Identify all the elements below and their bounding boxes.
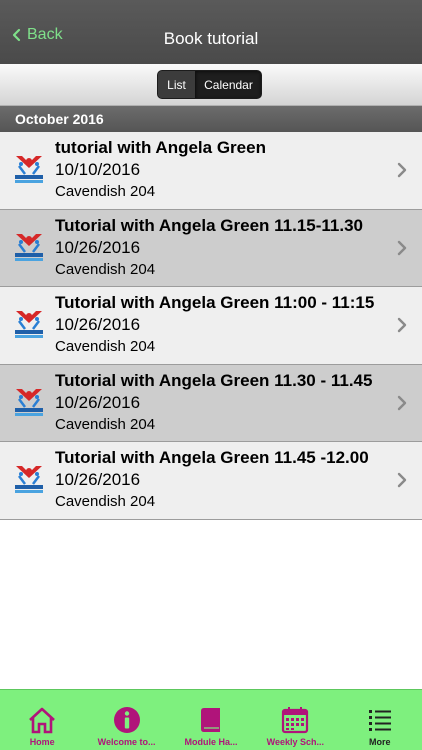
sport-logo-icon bbox=[15, 233, 43, 261]
section-header: October 2016 bbox=[0, 106, 422, 132]
list-item[interactable]: Tutorial with Angela Green 11.45 -12.00 … bbox=[0, 442, 422, 520]
item-location: Cavendish 204 bbox=[55, 493, 156, 510]
book-icon bbox=[200, 708, 220, 732]
app-screen: Back Book tutorial List Calendar October… bbox=[0, 0, 422, 750]
item-title: tutorial with Angela Green bbox=[55, 138, 266, 157]
list-item[interactable]: Tutorial with Angela Green 11.15-11.30 1… bbox=[0, 209, 422, 287]
view-toggle-bar: List Calendar bbox=[0, 64, 422, 106]
item-date: 10/26/2016 bbox=[55, 237, 141, 257]
list-item[interactable]: Tutorial with Angela Green 11:00 - 11:15… bbox=[0, 287, 422, 365]
item-location: Cavendish 204 bbox=[55, 415, 156, 433]
item-title: Tutorial with Angela Green 11.45 -12.00 bbox=[55, 448, 369, 467]
item-date: 10/10/2016 bbox=[55, 160, 141, 179]
list-item-text: Tutorial with Angela Green 11.15-11.30 1… bbox=[55, 216, 392, 278]
more-list-icon bbox=[368, 710, 391, 731]
sport-logo-icon bbox=[15, 156, 43, 183]
tab-module-handbook-label: Module Ha... bbox=[184, 737, 238, 747]
item-title: Tutorial with Angela Green 11:00 - 11:15 bbox=[55, 293, 375, 312]
list-item-text: tutorial with Angela Green 10/10/2016 Ca… bbox=[55, 138, 392, 200]
chevron-right-icon bbox=[397, 240, 407, 255]
chevron-right-icon bbox=[397, 472, 407, 488]
item-date: 10/26/2016 bbox=[55, 315, 141, 334]
tab-weekly-schedule[interactable]: Weekly Sch... bbox=[253, 690, 337, 750]
list-item-text: Tutorial with Angela Green 11.30 - 11.45… bbox=[55, 371, 392, 433]
info-icon bbox=[113, 707, 140, 733]
view-segmented-control: List Calendar bbox=[157, 70, 262, 99]
tutorial-list: tutorial with Angela Green 10/10/2016 Ca… bbox=[0, 132, 422, 520]
tab-bar: Home Welcome to... Module Ha... Weekly S… bbox=[0, 689, 422, 750]
sport-logo-icon bbox=[15, 311, 43, 338]
item-title: Tutorial with Angela Green 11.30 - 11.45 bbox=[55, 370, 373, 390]
chevron-right-icon bbox=[397, 317, 407, 333]
home-icon bbox=[29, 707, 56, 734]
chevron-right-icon bbox=[397, 162, 407, 178]
item-location: Cavendish 204 bbox=[55, 260, 156, 278]
tab-weekly-schedule-label: Weekly Sch... bbox=[266, 737, 325, 747]
segment-list[interactable]: List bbox=[158, 71, 195, 98]
list-item[interactable]: Tutorial with Angela Green 11.30 - 11.45… bbox=[0, 364, 422, 442]
sport-logo-icon bbox=[15, 466, 43, 493]
chevron-right-icon bbox=[397, 395, 407, 410]
tab-welcome-label: Welcome to... bbox=[97, 737, 156, 747]
sport-logo-icon bbox=[15, 388, 43, 416]
calendar-icon bbox=[282, 707, 309, 734]
list-item[interactable]: tutorial with Angela Green 10/10/2016 Ca… bbox=[0, 132, 422, 210]
tab-home-label: Home bbox=[29, 737, 55, 747]
list-item-text: Tutorial with Angela Green 11:00 - 11:15… bbox=[55, 293, 392, 355]
item-date: 10/26/2016 bbox=[55, 392, 141, 412]
tab-more-label: More bbox=[369, 737, 391, 747]
item-title: Tutorial with Angela Green 11.15-11.30 bbox=[55, 215, 364, 235]
segment-calendar[interactable]: Calendar bbox=[195, 71, 261, 98]
tab-more[interactable]: More bbox=[338, 690, 422, 750]
item-location: Cavendish 204 bbox=[55, 338, 156, 355]
page-title: Book tutorial bbox=[163, 29, 259, 48]
item-date: 10/26/2016 bbox=[55, 470, 141, 489]
tab-welcome[interactable]: Welcome to... bbox=[84, 690, 168, 750]
tab-home[interactable]: Home bbox=[0, 690, 84, 750]
list-item-text: Tutorial with Angela Green 11.45 -12.00 … bbox=[55, 448, 392, 510]
tab-module-handbook[interactable]: Module Ha... bbox=[169, 690, 253, 750]
item-location: Cavendish 204 bbox=[55, 183, 156, 200]
navigation-bar: Back Book tutorial bbox=[0, 0, 422, 64]
